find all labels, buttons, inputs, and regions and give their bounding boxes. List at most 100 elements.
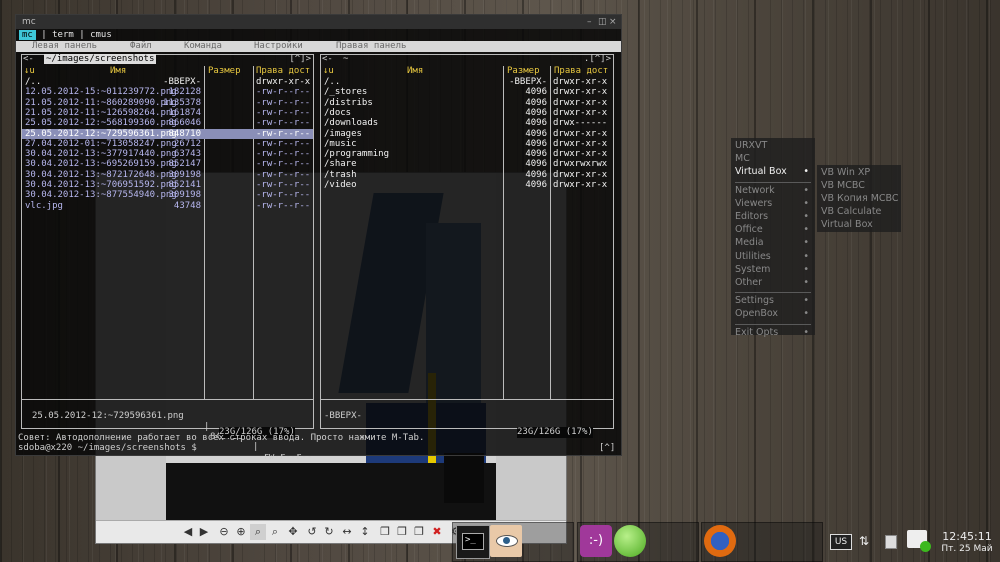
file-row[interactable]: /_stores 4096 drwxr-xr-x (321, 87, 613, 97)
menu-item[interactable]: OpenBox • (735, 308, 811, 320)
network-icon[interactable]: ⇅ (859, 534, 869, 548)
minimize-icon[interactable]: – (587, 15, 592, 29)
pan-icon[interactable]: ✥ (285, 524, 301, 540)
menu-item[interactable]: Other • (735, 277, 811, 289)
menu-item[interactable]: URXVT (735, 140, 811, 152)
col-sort[interactable]: ↓u (24, 66, 35, 77)
zoom-in-icon[interactable]: ⊕ (233, 524, 249, 540)
menu-left-panel[interactable]: Левая панель (32, 41, 97, 52)
file-row[interactable]: /trash 4096 drwxr-xr-x (321, 170, 613, 180)
file-row[interactable]: /.. -ВВЕРХ-drwxr-xr-x (321, 77, 613, 87)
menu-command[interactable]: Команда (184, 41, 222, 52)
terminal-window[interactable]: mc – ◫ × mc | term | cmus Левая панель Ф… (15, 14, 622, 462)
file-row[interactable]: 25.05.2012-12:~568199360.png 866046 -rw-r-… (22, 118, 313, 128)
file-row[interactable]: /music 4096 drwxr-xr-x (321, 139, 613, 149)
copy-icon[interactable]: ❐ (377, 524, 393, 540)
eye-viewer-app-icon[interactable] (490, 525, 522, 557)
file-row[interactable]: /share 4096 drwxrwxrwx (321, 159, 613, 169)
menu-item[interactable]: Settings • (735, 295, 811, 307)
file-name: 27.04.2012-01:~713058247.png (25, 138, 177, 149)
chat-app-icon[interactable]: :-) (580, 525, 612, 557)
keyboard-layout-indicator[interactable]: US (830, 534, 852, 550)
file-row[interactable]: 21.05.2012-11:~126598264.png 161874 -rw-r-… (22, 108, 313, 118)
menu-item[interactable]: Media • (735, 237, 811, 249)
file-row[interactable]: 30.04.2012-13:~877554940.png 309198 -rw-r-… (22, 190, 313, 200)
submenu-item[interactable]: VB MCBC (821, 180, 865, 192)
flip-horizontal-icon[interactable]: ↔ (339, 524, 355, 540)
panel-corner-right[interactable]: .[^]> (584, 54, 611, 64)
menu-item[interactable]: Virtual Box • (735, 166, 811, 178)
hint-line: Совет: Автодополнение работает во всех с… (18, 433, 425, 443)
maximize-icon[interactable]: ◫ (598, 15, 607, 29)
move-icon[interactable]: ❐ (394, 524, 410, 540)
submenu-item[interactable]: Virtual Box (821, 219, 873, 231)
file-name: /video (324, 180, 357, 190)
tab-mc[interactable]: mc (19, 30, 36, 40)
battery-icon[interactable] (885, 535, 897, 549)
file-row[interactable]: 21.05.2012-11:~860289090.png 1135378 -rw-r… (22, 98, 313, 108)
tab-term[interactable]: term (52, 30, 74, 40)
close-icon[interactable]: × (609, 15, 617, 29)
left-file-panel[interactable]: <- ~/images/screenshots [^]> ↓u Имя Разм… (21, 54, 314, 462)
right-file-panel[interactable]: <- ~ .[^]> ↓u Имя Размер Права дост /.. -… (320, 54, 614, 438)
rotate-right-icon[interactable]: ↻ (321, 524, 337, 540)
menu-item[interactable]: Office • (735, 224, 811, 236)
col-name[interactable]: Имя (407, 66, 423, 77)
terminal-app-icon[interactable]: >_ (456, 525, 490, 559)
save-icon[interactable]: ❐ (411, 524, 427, 540)
menu-settings[interactable]: Настройки (254, 41, 303, 52)
prompt-corner[interactable]: [^] (599, 443, 615, 453)
file-row[interactable]: /downloads 4096 drwx------ (321, 118, 613, 128)
menu-item[interactable]: Utilities • (735, 251, 811, 263)
file-row[interactable]: 27.04.2012-01:~713058247.png 26712 -rw-r--… (22, 139, 313, 149)
file-row[interactable]: 12.05.2012-15:~011239772.png 182128 -rw-r-… (22, 87, 313, 97)
next-arrow-icon[interactable]: ▶ (196, 524, 212, 540)
zoom-out-icon[interactable]: ⊖ (216, 524, 232, 540)
col-perms[interactable]: Права дост (554, 66, 608, 77)
col-size[interactable]: Размер (208, 66, 241, 77)
file-row[interactable]: 30.04.2012-13:~872172648.png 309198 -rw-r-… (22, 170, 313, 180)
rotate-left-icon[interactable]: ↺ (304, 524, 320, 540)
menu-item[interactable]: Viewers • (735, 198, 811, 210)
file-row[interactable]: /video 4096 drwxr-xr-x (321, 180, 613, 190)
col-perms[interactable]: Права дост (256, 66, 310, 77)
terminal-titlebar[interactable]: mc – ◫ × (16, 15, 621, 29)
menu-item[interactable]: Exit Opts • (735, 327, 811, 339)
file-row[interactable]: /docs 4096 drwxr-xr-x (321, 108, 613, 118)
file-row[interactable]: 30.04.2012-13:~706951592.png 852141 -rw-r-… (22, 180, 313, 190)
zoom-fit-icon[interactable]: ⌕ (250, 524, 266, 540)
menu-item[interactable]: System • (735, 264, 811, 276)
panel-corner-left[interactable]: <- (23, 54, 34, 64)
file-row[interactable]: /distribs 4096 drwxr-xr-x (321, 98, 613, 108)
file-row[interactable]: /images 4096 drwxr-xr-x (321, 129, 613, 139)
col-sort[interactable]: ↓u (323, 66, 334, 77)
submenu-item[interactable]: VB Calculate (821, 206, 881, 218)
file-row[interactable]: 30.04.2012-13:~377917440.png 63743 -rw-r--… (22, 149, 313, 159)
flip-vertical-icon[interactable]: ↕ (357, 524, 373, 540)
file-row[interactable]: /programming 4096 drwxr-xr-x (321, 149, 613, 159)
col-name[interactable]: Имя (110, 66, 126, 77)
update-notifier-icon[interactable] (907, 530, 931, 552)
submenu-item[interactable]: VB Копия MCBC (821, 193, 899, 205)
file-row[interactable]: 25.05.2012-12:~729596361.png 848710 -rw-r-… (22, 128, 313, 139)
zoom-original-icon[interactable]: ⌕ (267, 524, 283, 540)
menu-item[interactable]: Network • (735, 185, 811, 197)
menu-right-panel[interactable]: Правая панель (336, 41, 406, 52)
tab-cmus[interactable]: cmus (90, 30, 112, 40)
prev-arrow-icon[interactable]: ◀ (180, 524, 196, 540)
delete-icon[interactable]: ✖ (429, 524, 445, 540)
shell-prompt[interactable]: sdoba@x220 ~/images/screenshots $ (18, 443, 197, 453)
green-status-app-icon[interactable] (614, 525, 646, 557)
clock[interactable]: 12:45:11 Пт. 25 Май (935, 530, 999, 555)
firefox-app-icon[interactable] (704, 525, 736, 557)
file-row[interactable]: vlc.jpg 43748 -rw-r--r-- (22, 201, 313, 211)
col-size[interactable]: Размер (507, 66, 540, 77)
file-row[interactable]: 30.04.2012-13:~695269159.png 852147 -rw-r-… (22, 159, 313, 169)
file-row[interactable]: /.. -ВВЕРХ-drwxr-xr-x (22, 77, 313, 87)
menu-file[interactable]: Файл (130, 41, 152, 52)
panel-corner-left[interactable]: <- (322, 54, 333, 64)
menu-item[interactable]: MC (735, 153, 811, 165)
panel-corner-right[interactable]: [^]> (289, 54, 311, 64)
submenu-item[interactable]: VB Win XP (821, 167, 870, 179)
menu-item[interactable]: Editors • (735, 211, 811, 223)
